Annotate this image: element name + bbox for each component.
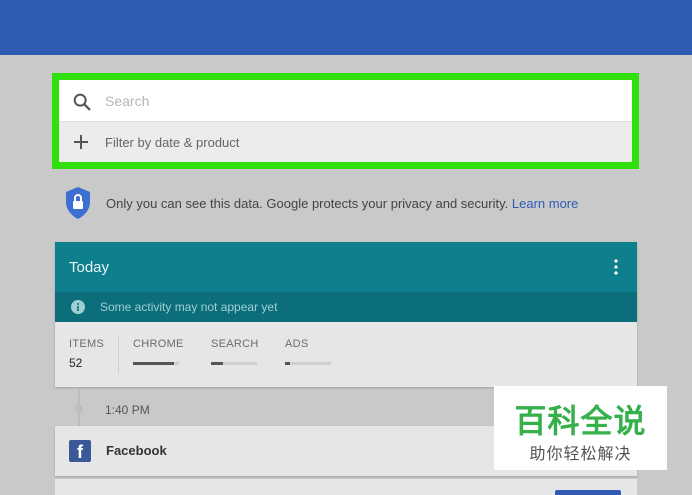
watermark-title: 百科全说 (514, 402, 647, 440)
entry-action-button[interactable] (555, 490, 621, 495)
product-bar-search (211, 362, 257, 365)
product-bar-fill (285, 362, 290, 365)
top-app-bar (0, 0, 692, 55)
privacy-notice: Only you can see this data. Google prote… (64, 186, 624, 222)
privacy-text: Only you can see this data. Google prote… (106, 196, 578, 211)
watermark: 百科全说 助你轻松解决 (494, 386, 667, 470)
today-title: Today (69, 259, 110, 276)
product-label: ADS (285, 338, 309, 350)
product-bar-ads (285, 362, 331, 365)
product-bar-fill (211, 362, 223, 365)
plus-icon[interactable] (72, 133, 90, 151)
product-search[interactable]: SEARCH (211, 338, 259, 350)
product-chrome[interactable]: CHROME (133, 338, 184, 350)
items-stat: ITEMS 52 (69, 338, 104, 370)
info-icon (71, 300, 85, 314)
notice-text: Some activity may not appear yet (100, 300, 278, 314)
more-vert-icon[interactable] (613, 259, 619, 275)
items-label: ITEMS (69, 338, 105, 350)
shield-icon (66, 187, 90, 219)
stat-divider (118, 336, 119, 374)
next-activity-card[interactable] (55, 479, 637, 495)
privacy-message: Only you can see this data. Google prote… (106, 196, 509, 211)
filter-label[interactable]: Filter by date & product (105, 135, 239, 150)
timeline-dot (75, 405, 83, 413)
product-bar-chrome (133, 362, 179, 365)
search-icon[interactable] (71, 91, 93, 113)
search-input[interactable] (105, 88, 605, 114)
today-card: Today Some activity may not appear yet I… (55, 242, 637, 387)
facebook-icon: f (69, 440, 91, 462)
filter-row[interactable]: Filter by date & product (59, 122, 632, 162)
today-header: Today (55, 242, 637, 292)
learn-more-link[interactable]: Learn more (512, 196, 578, 211)
items-value: 52 (69, 356, 83, 370)
product-bar-fill (133, 362, 175, 365)
product-label: SEARCH (211, 338, 259, 350)
watermark-subtitle: 助你轻松解决 (529, 444, 632, 463)
product-label: CHROME (133, 338, 184, 350)
search-row[interactable] (59, 80, 632, 122)
activity-notice: Some activity may not appear yet (55, 292, 637, 322)
timeline-time: 1:40 PM (105, 403, 150, 417)
product-ads[interactable]: ADS (285, 338, 309, 350)
entry-app-name: Facebook (106, 443, 167, 458)
search-card: Filter by date & product (52, 73, 639, 169)
